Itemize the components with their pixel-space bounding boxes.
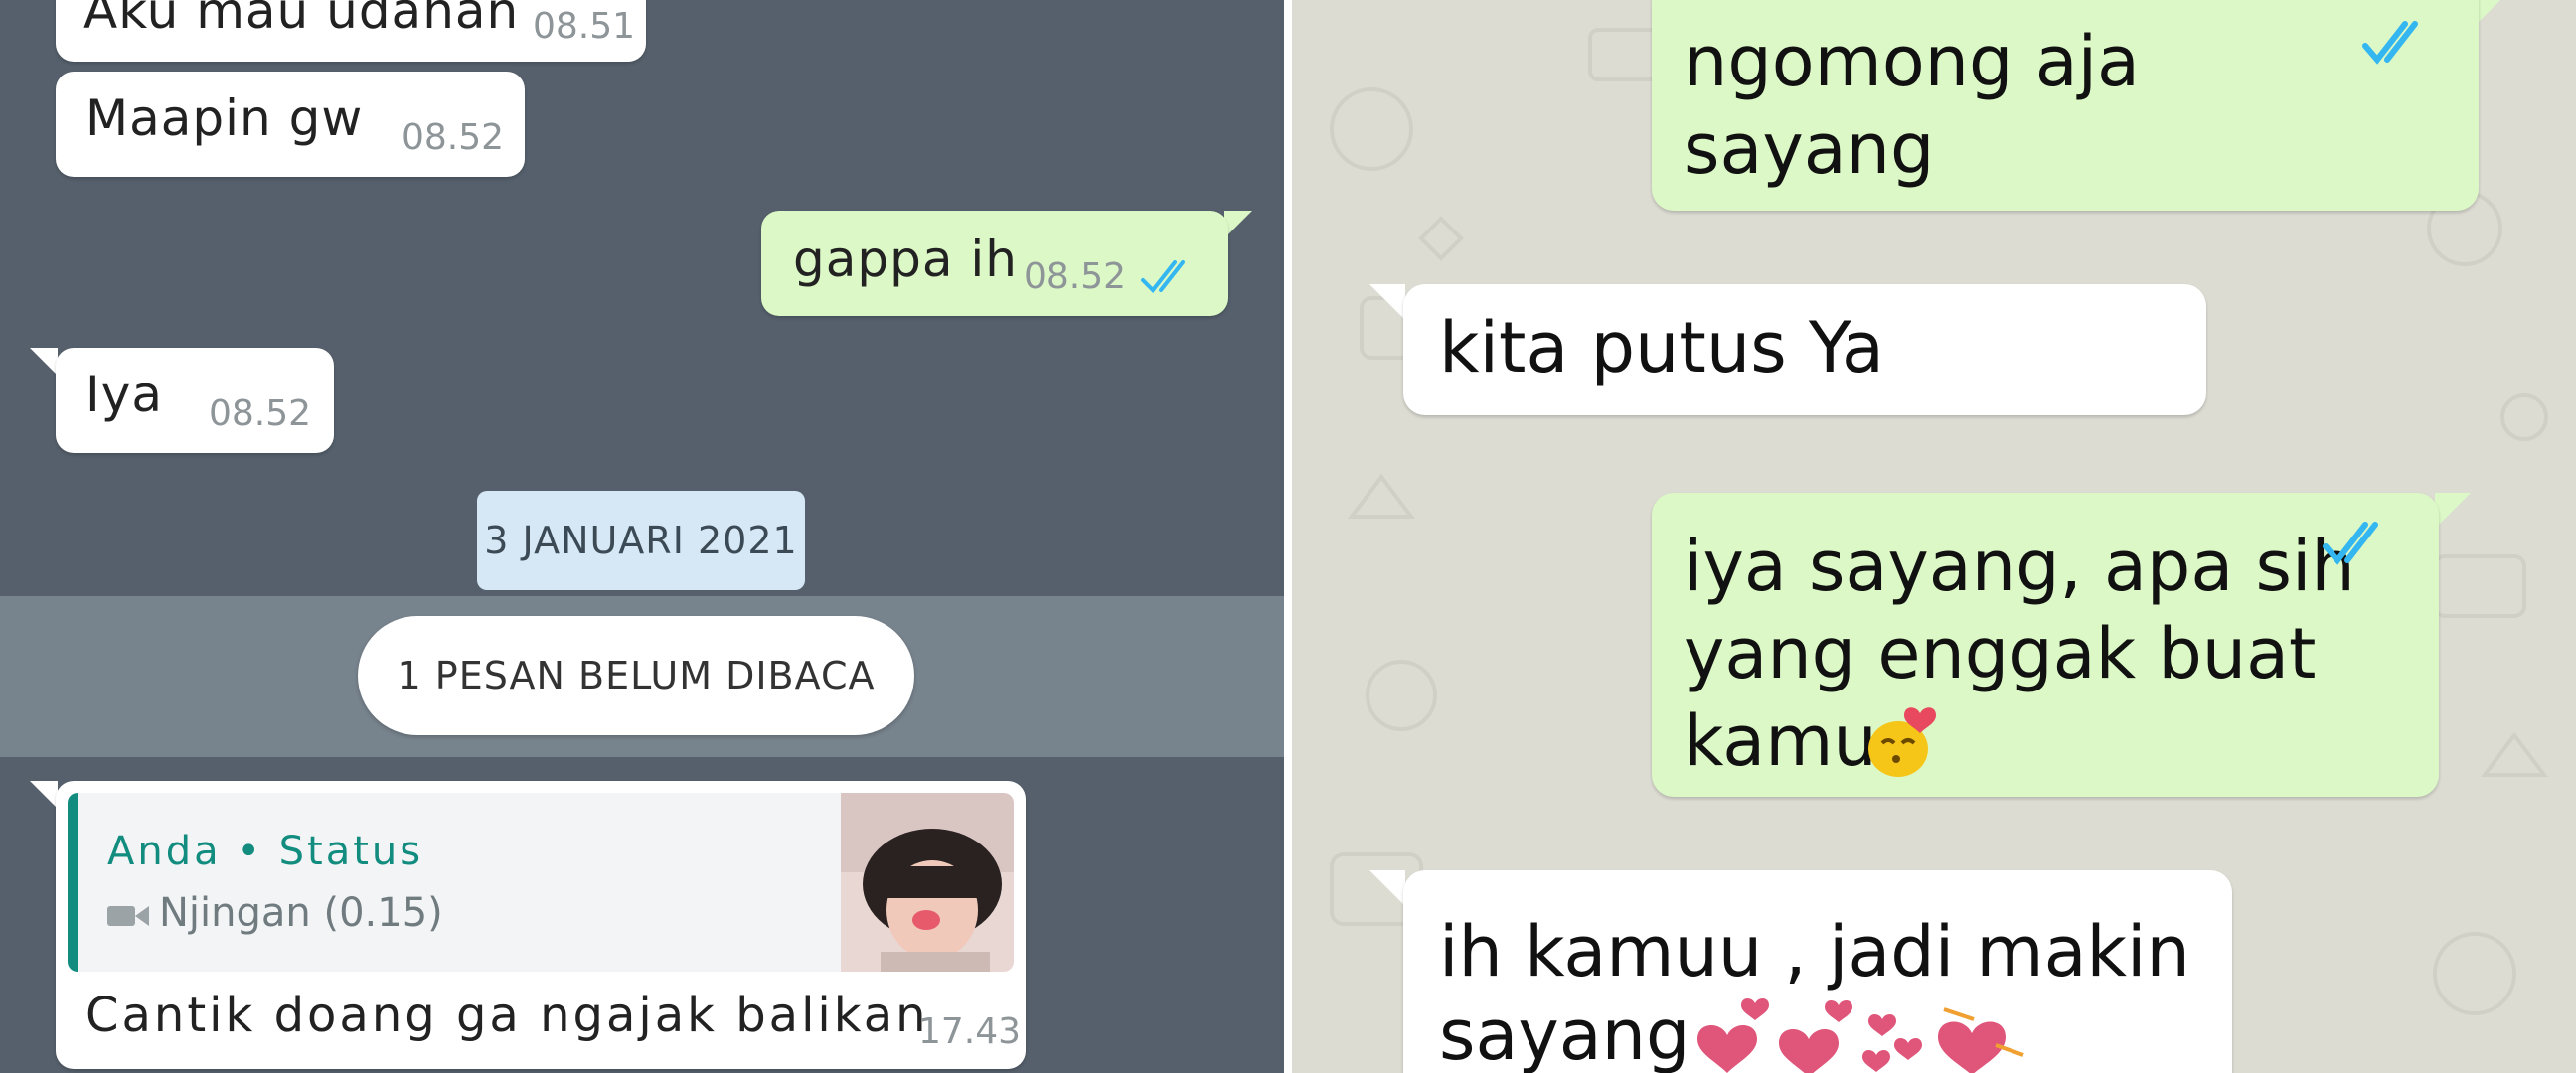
bubble-tail xyxy=(2475,0,2510,26)
quote-accent-bar xyxy=(68,793,78,972)
message-time: 08.51 xyxy=(533,6,636,47)
kissing-face-icon xyxy=(1868,707,1936,777)
message-bubble-incoming[interactable]: Maapin gw 08.52 xyxy=(56,72,525,177)
video-camera-icon xyxy=(107,906,149,926)
message-text-line: kamu xyxy=(1684,700,1877,782)
read-receipt-icon xyxy=(2323,522,2378,565)
message-bubble-incoming[interactable]: Aku mau udahan 08.51 xyxy=(56,0,646,62)
message-text-line: iya sayang, apa sih xyxy=(1684,526,2355,607)
message-text: Maapin gw xyxy=(85,89,364,147)
message-bubble-outgoing[interactable]: ngomong aja sayang xyxy=(1652,0,2479,211)
message-text-line: sayang xyxy=(1684,108,1935,190)
quoted-media: Njingan (0.15) xyxy=(159,890,443,936)
bubble-tail xyxy=(30,781,58,809)
message-bubble-outgoing[interactable]: gappa ih 08.52 xyxy=(761,211,1228,316)
left-chat-panel: Aku mau udahan 08.51 Maapin gw 08.52 gap… xyxy=(0,0,1284,1073)
bubble-tail xyxy=(1369,870,1405,906)
bubble-tail xyxy=(1369,284,1405,320)
message-text-line: kita putus Ya xyxy=(1439,307,1884,388)
message-bubble-incoming[interactable]: kita putus Ya xyxy=(1403,284,2206,415)
message-time: 08.52 xyxy=(402,117,505,158)
unread-banner: 1 PESAN BELUM DIBACA xyxy=(358,616,914,735)
message-text-line: ih kamuu , jadi makin xyxy=(1439,911,2190,993)
status-thumbnail xyxy=(841,793,1014,972)
bubble-tail xyxy=(1224,211,1252,238)
message-text-line: sayang xyxy=(1439,995,1690,1073)
read-receipt-icon xyxy=(1141,260,1185,294)
message-bubble-incoming[interactable]: Iya 08.52 xyxy=(56,348,334,453)
hearts-icon xyxy=(1697,997,2024,1073)
message-time: 08.52 xyxy=(209,393,312,434)
bubble-tail xyxy=(2435,493,2471,529)
bubble-tail xyxy=(30,348,58,376)
message-text: gappa ih xyxy=(793,230,1018,288)
message-text: Iya xyxy=(85,366,163,423)
message-bubble-outgoing[interactable]: iya sayang, apa sih yang enggak buat kam… xyxy=(1652,493,2439,797)
message-text: Aku mau udahan xyxy=(83,0,520,40)
message-text-line: ngomong aja xyxy=(1684,21,2140,102)
message-bubble-incoming[interactable]: ih kamuu , jadi makin sayang xyxy=(1403,870,2232,1073)
status-reply-bubble[interactable]: Anda • Status Njingan (0.15) Cantik doan… xyxy=(56,781,1026,1069)
right-chat-panel: ngomong aja sayang kita putus Ya iya say… xyxy=(1292,0,2576,1073)
message-time: 17.43 xyxy=(918,1011,1022,1052)
unread-banner-label: 1 PESAN BELUM DIBACA xyxy=(397,654,876,697)
message-text: Cantik doang ga ngajak balikan xyxy=(85,988,929,1043)
quoted-status[interactable]: Anda • Status Njingan (0.15) xyxy=(68,793,1014,972)
date-separator: 3 JANUARI 2021 xyxy=(477,491,805,590)
quoted-author: Anda • Status xyxy=(107,829,424,874)
message-text-line: yang enggak buat xyxy=(1684,613,2317,694)
date-separator-label: 3 JANUARI 2021 xyxy=(484,519,798,562)
panel-divider xyxy=(1284,0,1292,1073)
read-receipt-icon xyxy=(2362,21,2418,65)
message-time: 08.52 xyxy=(1024,256,1127,297)
